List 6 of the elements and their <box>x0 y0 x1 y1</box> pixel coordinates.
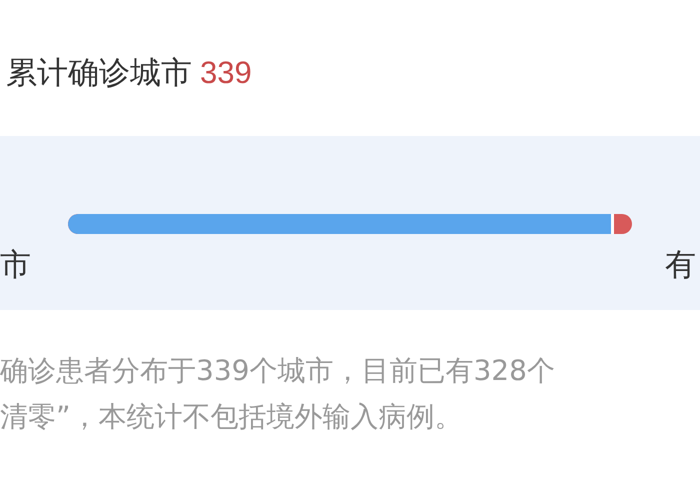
right-label: 有 <box>665 246 696 285</box>
left-label: 市 <box>0 246 31 285</box>
caption-text: 清零”，本统计不包括境外输入病例。 <box>0 399 464 435</box>
section-title: 累计确诊城市 <box>6 54 192 93</box>
caption-text: 确诊患者分布于339个城市，目前已有328个 <box>0 353 556 389</box>
city-count: 339 <box>200 55 252 91</box>
